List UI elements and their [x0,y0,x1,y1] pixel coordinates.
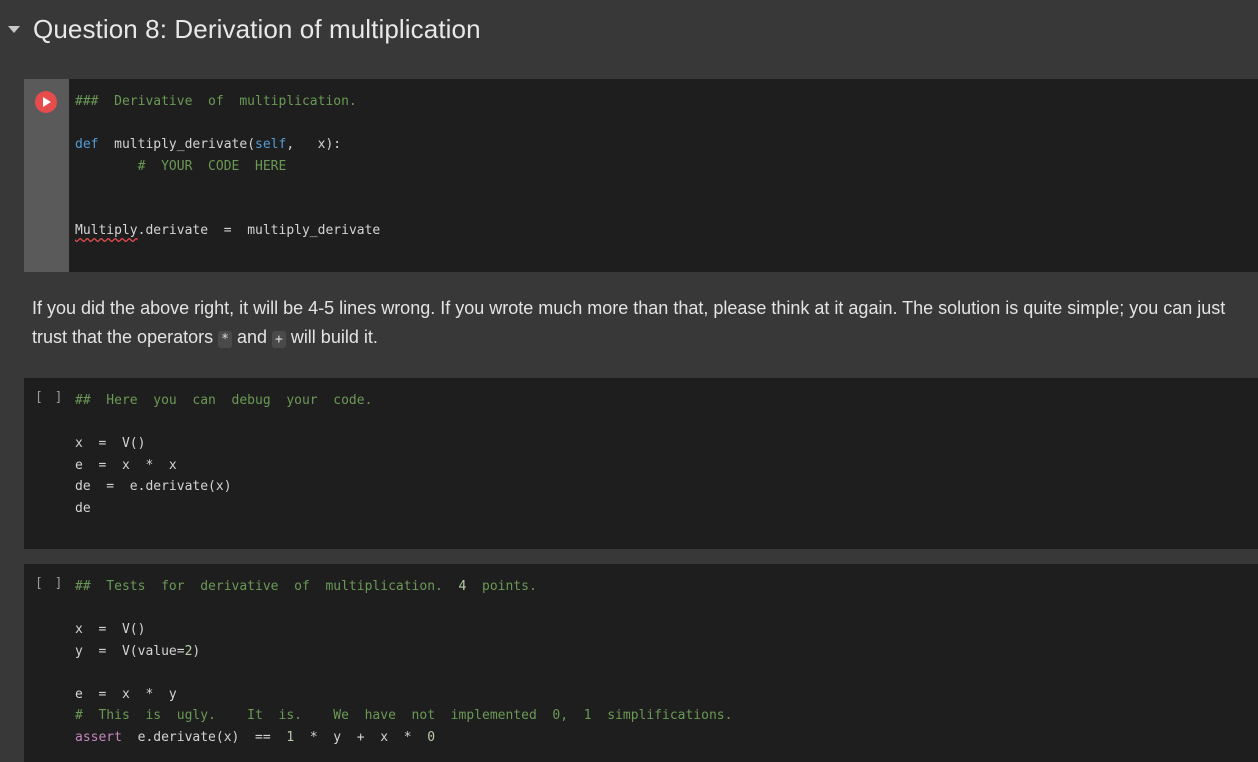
code-token: , x): [286,137,342,152]
code-line: e = x * y [75,684,1258,706]
code-line: ## Here you can debug your code. [75,390,1258,412]
code-token: x = V() [75,622,146,637]
code-line: # YOUR CODE HERE [75,156,1258,178]
collapse-caret-icon[interactable] [8,25,20,33]
code-line: x = V() [75,433,1258,455]
run-cell-button-icon[interactable] [35,91,57,113]
code-token: # YOUR CODE HERE [75,158,287,174]
code-line: y = V(value=2) [75,641,1258,663]
section-title: Question 8: Derivation of multiplication [33,13,481,44]
code-token: points. [466,579,537,594]
code-token: multiply_derivate( [98,137,256,152]
cell-gutter: [ ] [24,564,69,762]
notebook-page: Question 8: Derivation of multiplication… [0,0,1258,762]
code-token: # This is ugly. It is. We have not imple… [75,708,733,723]
code-line: de = e.derivate(x) [75,476,1258,498]
code-cell-tests[interactable]: [ ] ## Tests for derivative of multiplic… [24,564,1258,762]
code-token: 1 [286,729,295,745]
markdown-paragraph: If you did the above right, it will be 4… [32,294,1232,352]
code-token: e = x * x [75,457,177,473]
cell-run-brackets[interactable]: [ ] [35,576,64,591]
inline-code-multiply: * [218,331,232,348]
section-heading[interactable]: Question 8: Derivation of multiplication [0,0,1258,58]
code-token: ) [192,643,201,659]
code-token: ## Here you can debug your code. [75,393,373,408]
code-token: de = e.derivate(x) [75,479,232,494]
cell-gutter [24,79,69,272]
code-line: assert e.derivate(x) == 1 * y + x * 0 [75,727,1258,749]
code-editor[interactable]: ## Here you can debug your code. x = V() e… [75,390,1258,519]
code-line: def multiply_derivate(self, x): [75,134,1258,156]
cell-gutter: [ ] [24,378,69,549]
code-token: ### Derivative of multiplication. [75,94,357,109]
code-token: de [75,500,91,516]
code-token: * y + x * [294,729,428,745]
code-token: assert [75,729,122,745]
code-line: # This is ugly. It is. We have not imple… [75,705,1258,727]
code-editor[interactable]: ### Derivative of multiplication. def mul… [75,91,1258,242]
code-token: def [75,137,99,152]
code-token: 0 [427,729,436,745]
code-line: de [75,498,1258,520]
code-token: e = x * y [75,686,177,702]
code-line: x = V() [75,619,1258,641]
code-line: ## Tests for derivative of multiplicatio… [75,576,1258,598]
code-token: .derivate = multiply_derivate [137,223,381,238]
inline-code-add: + [271,331,286,348]
code-cell-debug[interactable]: [ ] ## Here you can debug your code. x = … [24,378,1258,549]
code-token: x = V() [75,436,146,451]
code-line: Multiply.derivate = multiply_derivate [75,220,1258,242]
code-token: Multiply [75,223,138,238]
code-editor[interactable]: ## Tests for derivative of multiplicatio… [75,576,1258,748]
code-token: e.derivate(x) == [121,729,287,745]
code-line: e = x * x [75,455,1258,477]
paragraph-text: If you did the above right, it will be 4… [32,298,1226,347]
paragraph-text: will build it. [285,327,378,347]
paragraph-text: and [231,327,272,347]
cell-run-brackets[interactable]: [ ] [35,390,64,405]
code-token: y = V(value= [75,643,185,659]
code-token: ## Tests for derivative of multiplicatio… [75,579,459,594]
code-token: self [255,137,287,152]
code-line: ### Derivative of multiplication. [75,91,1258,113]
code-cell-derivative[interactable]: ### Derivative of multiplication. def mul… [24,79,1258,272]
